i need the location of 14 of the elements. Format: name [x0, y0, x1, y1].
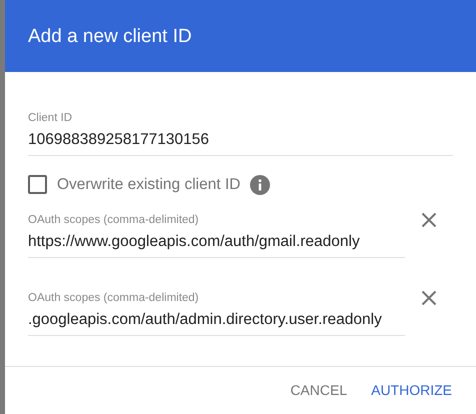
scope-field[interactable]: .googleapis.com/auth/admin.directory.user.readonly — [28, 306, 405, 336]
close-icon[interactable] — [421, 290, 437, 306]
authorize-button[interactable]: AUTHORIZE — [363, 374, 460, 407]
client-id-field[interactable]: 106988389258177130156 — [28, 126, 453, 156]
scope-field[interactable]: https://www.googleapis.com/auth/gmail.readonly — [28, 228, 405, 258]
dialog-title: Add a new client ID — [28, 26, 192, 47]
cancel-button[interactable]: CANCEL — [282, 374, 356, 407]
field-label: OAuth scopes (comma-delimited) — [28, 291, 200, 306]
field-label: Client ID — [28, 111, 74, 126]
checkbox[interactable] — [28, 175, 47, 194]
field-label: OAuth scopes (comma-delimited) — [28, 213, 200, 228]
close-icon[interactable] — [421, 212, 437, 228]
checkbox-label: Overwrite existing client ID — [57, 175, 240, 195]
info-icon[interactable] — [250, 174, 270, 195]
